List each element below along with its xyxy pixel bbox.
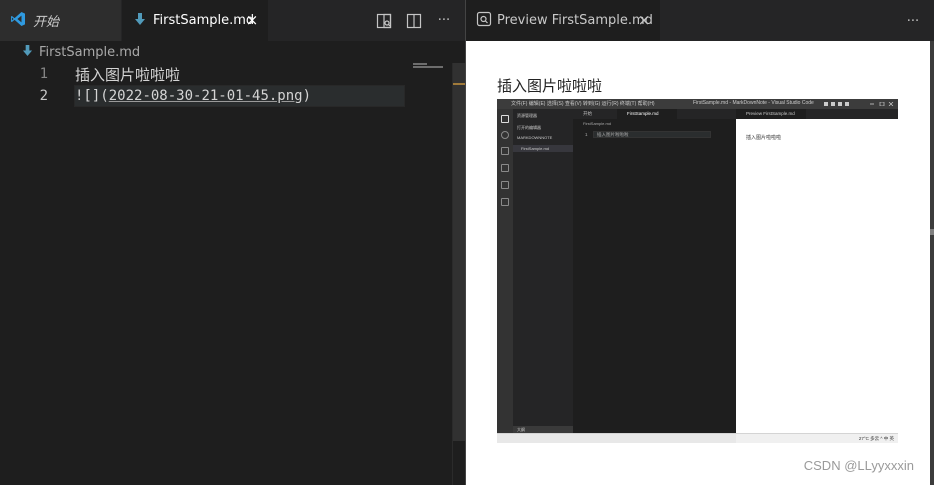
mini-sidebar-header: 资源管理器 <box>517 113 537 118</box>
mini-tab-file: FirstSample.md <box>617 109 677 119</box>
mini-preview-tabs: Preview FirstSample.md <box>736 109 898 119</box>
preview-embedded-image: 文件(F) 编辑(E) 选择(S) 查看(V) 转到(G) 运行(R) 终端(T… <box>497 99 898 443</box>
mini-extensions-icon <box>501 181 509 189</box>
mini-editor-tabs: 开始 FirstSample.md <box>573 109 736 119</box>
tab-firstsample[interactable]: FirstSample.md × <box>122 0 268 41</box>
mini-activity-bar <box>497 109 513 433</box>
editor-line: 1 插入图片啦啦啦 <box>0 63 452 85</box>
mini-editor-line: 插入图片啦啦啦 <box>597 132 629 137</box>
mini-file-name: FirstSample.md <box>521 146 550 151</box>
mini-preview-text: 插入图片啦啦啦 <box>746 135 782 141</box>
tab-firstsample-label: FirstSample.md <box>153 13 255 28</box>
vscode-logo-icon <box>10 11 26 31</box>
markdown-preview: 插入图片啦啦啦 文件(F) 编辑(E) 选择(S) 查看(V) 转到(G) 运行… <box>466 41 930 485</box>
preview-icon <box>476 11 492 31</box>
minimap[interactable] <box>413 63 451 93</box>
mini-window-controls-icon <box>824 102 894 106</box>
paren-close: ) <box>302 88 312 104</box>
mini-editor: 开始 FirstSample.md FirstSample.md 1 插入图片啦… <box>573 109 736 433</box>
close-icon[interactable]: × <box>244 11 260 29</box>
mini-tab-welcome: 开始 <box>583 111 592 116</box>
mini-menu-text: 文件(F) 编辑(E) 选择(S) 查看(V) 转到(G) 运行(R) 终端(T… <box>511 101 655 107</box>
mini-sidebar: 资源管理器 打开的编辑器 MARKDOWNNOTE FirstSample.md… <box>513 109 573 433</box>
mini-project-name: MARKDOWNNOTE <box>517 135 553 140</box>
code-editor[interactable]: 1 插入图片啦啦啦 2 ![](2022-08-30-21-01-45.png) <box>0 63 452 485</box>
tab-preview[interactable]: Preview FirstSample.md × <box>466 0 660 41</box>
mini-line-number: 1 <box>585 132 588 137</box>
mini-preview-pane: Preview FirstSample.md 插入图片啦啦啦 <box>736 109 898 433</box>
mini-open-editors: 打开的编辑器 <box>517 125 541 130</box>
paren-open: ( <box>100 88 109 104</box>
mini-explorer-icon <box>501 115 509 123</box>
markdown-down-arrow-icon <box>22 44 33 61</box>
mini-outline-bar: 大纲 <box>513 426 573 433</box>
tab-welcome[interactable]: 开始 <box>0 0 122 41</box>
mini-title-bar: 文件(F) 编辑(E) 选择(S) 查看(V) 转到(G) 运行(R) 终端(T… <box>497 99 898 109</box>
editor-actions: ··· <box>375 0 453 41</box>
open-preview-icon[interactable] <box>375 12 393 30</box>
minimap-line <box>413 66 443 68</box>
vertical-scrollbar[interactable] <box>452 63 466 485</box>
line-text: 插入图片啦啦啦 <box>75 65 181 84</box>
watermark: CSDN @LLyyxxxin <box>803 458 914 473</box>
mini-search-icon <box>501 131 509 139</box>
overview-ruler[interactable] <box>930 41 934 485</box>
tab-welcome-label: 开始 <box>33 15 60 30</box>
editor-group-left: 开始 FirstSample.md × ··· FirstSample.md 1… <box>0 0 466 485</box>
preview-tab-bar: Preview FirstSample.md × ··· <box>466 0 934 41</box>
breadcrumb[interactable]: FirstSample.md <box>0 41 465 63</box>
mini-window-title: FirstSample.md - MarkDownNote - Visual S… <box>693 100 814 106</box>
split-editor-icon[interactable] <box>405 12 423 30</box>
line-number: 2 <box>39 88 48 104</box>
mini-taskbar: 27°C 多云 ^ 中 英 <box>497 433 898 443</box>
line-number: 1 <box>39 66 48 82</box>
more-actions-icon[interactable]: ··· <box>904 12 922 30</box>
line-text: ![](2022-08-30-21-01-45.png) <box>75 88 311 104</box>
image-link-syntax: ![] <box>75 88 101 104</box>
markdown-down-arrow-icon <box>134 12 146 30</box>
mini-taskbar-tray: 27°C 多云 ^ 中 英 <box>858 436 894 441</box>
mini-editor-breadcrumb: FirstSample.md <box>583 121 612 126</box>
editor-group-right: Preview FirstSample.md × ··· 插入图片啦啦啦 文件(… <box>466 0 934 485</box>
mini-taskbar-left <box>497 434 736 443</box>
overview-ruler-mark <box>930 229 934 235</box>
tab-preview-label: Preview FirstSample.md <box>497 13 653 28</box>
close-icon[interactable]: × <box>636 11 652 29</box>
mini-preview-tab: Preview FirstSample.md <box>736 109 806 119</box>
mini-debug-icon <box>501 164 509 172</box>
breadcrumb-file[interactable]: FirstSample.md <box>39 45 140 60</box>
mini-source-control-icon <box>501 147 509 155</box>
minimap-line <box>413 63 427 65</box>
more-actions-icon[interactable]: ··· <box>435 12 453 30</box>
mini-remote-icon <box>501 198 509 206</box>
preview-paragraph: 插入图片啦啦啦 <box>497 77 603 95</box>
image-link-url[interactable]: 2022-08-30-21-01-45.png <box>109 88 303 104</box>
editor-line-current: 2 ![](2022-08-30-21-01-45.png) <box>0 85 452 107</box>
